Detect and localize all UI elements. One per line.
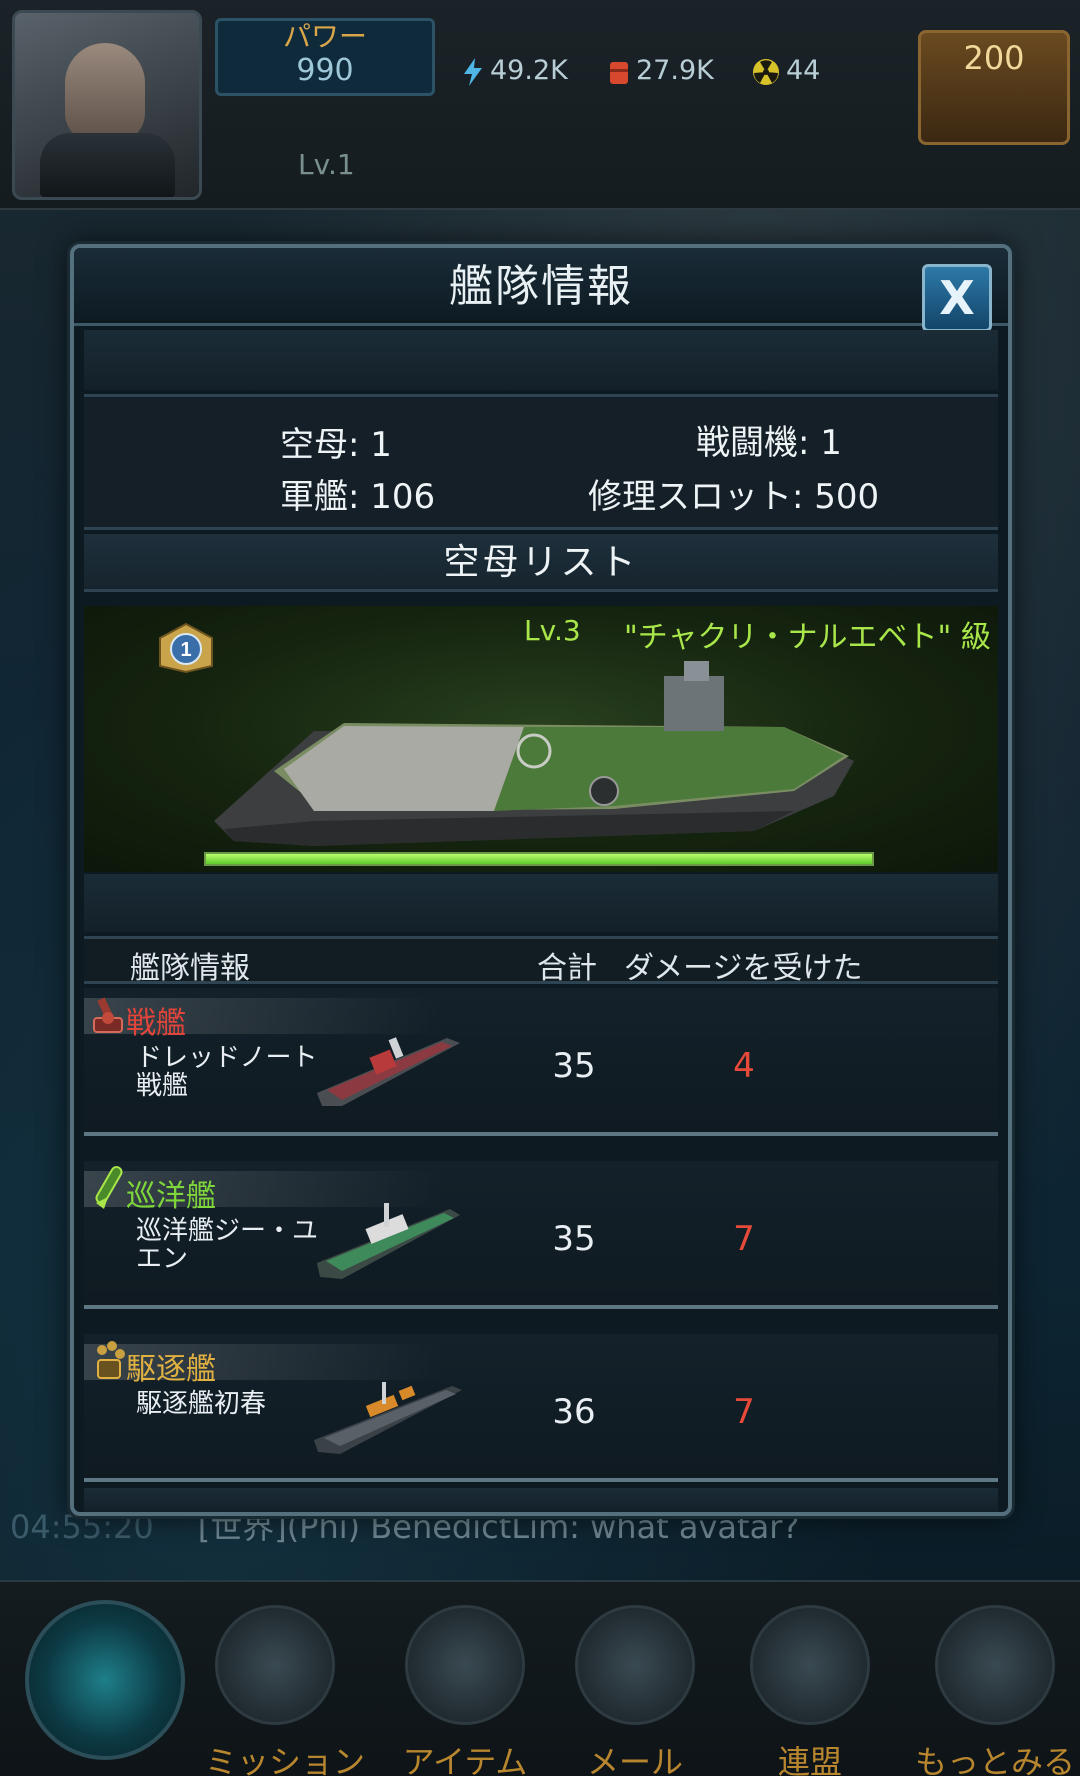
avatar-uniform [40,133,175,197]
oil-resource[interactable]: 27.9K [608,55,714,86]
ship-total: 36 [552,1392,596,1432]
rank-number: 1 [180,639,191,661]
nav-more[interactable]: もっとみる [915,1605,1075,1776]
nav-mission-label: ミッション [205,1743,366,1776]
power-value: 990 [296,53,354,88]
oil-value: 27.9K [636,55,714,86]
ship-name: 巡洋艦ジー・ユエン [136,1216,319,1274]
destroyer-launcher-icon [97,1341,125,1379]
ship-type-label: 駆逐艦 [126,1352,216,1387]
fleet-table-header: 艦隊情報 合計 ダメージを受けた [84,936,998,986]
power-label: パワー [282,20,367,53]
item-crate-icon [405,1605,525,1725]
carrier-count: 空母: 1 [280,425,392,465]
cruiser-missile-icon [95,1166,123,1209]
fleet-info-modal: 艦隊情報 X 空母: 1 戦闘機: 1 軍艦: 106 修理スロット: 500 … [70,244,1012,1516]
ship-total: 35 [552,1046,596,1086]
alliance-anchor-icon [750,1605,870,1725]
cruiser-image [317,1203,460,1279]
footer-spacer [84,1488,998,1512]
radar-button[interactable] [25,1600,185,1760]
oil-barrel-icon [610,61,628,84]
nav-items[interactable]: アイテム [395,1605,535,1776]
ship-damaged: 4 [733,1046,755,1086]
close-button[interactable]: X [922,264,992,332]
carrier-class-name: "チャクリ・ナルエベト" 級 [624,620,991,655]
ship-damaged: 7 [733,1392,755,1432]
lightning-icon [464,57,482,86]
carrier-list-header: 空母リスト [84,534,998,592]
list-spacer [84,874,998,932]
fighter-count: 戦闘機: 1 [696,423,842,463]
repair-slot-count: 修理スロット: 500 [588,477,880,517]
battleship-gun-icon [93,997,123,1033]
ship-type-label: 巡洋艦 [126,1179,216,1214]
ship-row-cruiser[interactable]: 巡洋艦 巡洋艦ジー・ユエン 35 7 [84,1161,998,1309]
header-damaged: ダメージを受けた [624,951,863,986]
modal-header: 艦隊情報 [74,248,1008,326]
ship-row-battleship[interactable]: 戦艦 ドレッドノート戦艦 35 4 [84,988,998,1136]
ship-total: 35 [552,1219,596,1259]
nav-mail-label: メール [586,1743,683,1776]
fleet-stats-panel: 空母: 1 戦闘機: 1 軍艦: 106 修理スロット: 500 [84,394,998,530]
nav-alliance[interactable]: 連盟 [740,1605,880,1776]
player-level: Lv.1 [298,148,355,181]
carrier-level: Lv.3 [524,614,581,647]
header-spacer [84,330,998,390]
header-fleet-info: 艦隊情報 [130,951,250,986]
carrier-hp-bar [204,852,874,866]
close-icon: X [939,271,975,325]
player-avatar[interactable] [12,10,202,200]
nav-items-label: アイテム [402,1743,528,1776]
nav-alliance-label: 連盟 [777,1743,842,1776]
uranium-resource[interactable]: 44 [752,55,820,86]
nav-more-label: もっとみる [915,1743,1076,1776]
mail-envelope-icon [575,1605,695,1725]
avatar-face [65,43,145,143]
destroyer-image [314,1382,462,1454]
gold-purchase-button[interactable]: 200 [918,30,1070,145]
radiation-icon [753,58,779,85]
ship-row-destroyer[interactable]: 駆逐艦 駆逐艦初春 36 7 [84,1334,998,1482]
battleship-image [317,1037,460,1106]
energy-resource[interactable]: 49.2K [462,55,568,86]
carrier-hp-fill [206,854,872,864]
carrier-card[interactable]: 1 Lv.3 "チャクリ・ナルエベト" 級 [84,606,998,872]
modal-title: 艦隊情報 [449,261,633,312]
ship-name: 駆逐艦初春 [136,1389,267,1419]
header-total: 合計 [537,951,597,986]
warship-count: 軍艦: 106 [280,477,436,517]
nav-mission[interactable]: ミッション [205,1605,366,1776]
ship-name: ドレッドノート戦艦 [136,1043,318,1101]
top-hud: パワー 990 49.2K 27.9K 44 200 Lv.1 [0,0,1080,210]
ship-damaged: 7 [733,1219,755,1259]
nav-mail[interactable]: メール [565,1605,705,1776]
ship-type-label: 戦艦 [126,1006,186,1041]
carrier-list-title: 空母リスト [443,542,639,583]
aircraft-carrier-image [214,661,854,846]
uranium-value: 44 [786,55,821,86]
energy-value: 49.2K [490,55,568,86]
power-display: パワー 990 [215,18,435,96]
more-plus-icon [935,1605,1055,1725]
mission-tablet-icon [215,1605,335,1725]
gold-value: 200 [963,39,1025,77]
